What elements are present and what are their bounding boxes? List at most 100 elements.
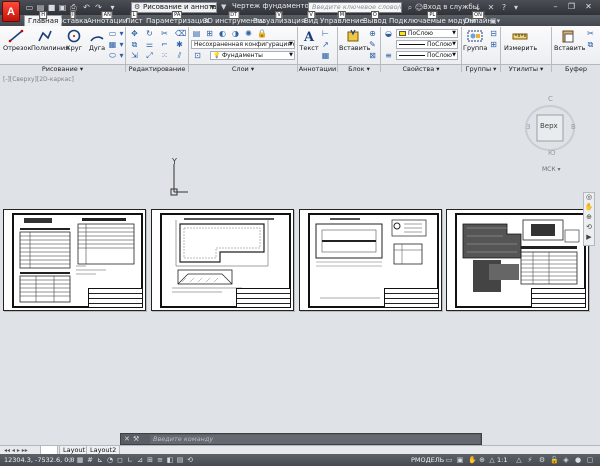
- viewcube-west[interactable]: З: [526, 123, 531, 131]
- hardware-acceleration-icon[interactable]: ◈: [562, 456, 570, 464]
- mirror-icon[interactable]: ⚌: [145, 40, 154, 49]
- quick-properties-icon[interactable]: ▤: [176, 456, 184, 464]
- move-icon[interactable]: ✥: [130, 29, 139, 38]
- layer-match-icon[interactable]: ⊡: [193, 51, 202, 60]
- viewcube-north[interactable]: С: [548, 95, 553, 103]
- polyline-tool[interactable]: Полилиния: [31, 27, 69, 52]
- ortho-icon[interactable]: ⊾: [96, 456, 104, 464]
- close-icon[interactable]: ✕: [582, 1, 595, 13]
- polar-icon[interactable]: ◔: [106, 456, 114, 464]
- panel-modify-title[interactable]: Редактирование ▾: [126, 64, 188, 82]
- steering-wheel-icon[interactable]: ◎: [584, 193, 594, 203]
- group-tool[interactable]: Группа: [463, 27, 487, 52]
- tab-layout[interactable]: Лист L: [125, 11, 143, 26]
- search-input[interactable]: Введите ключевое слово/фразу: [308, 2, 402, 13]
- leader-icon[interactable]: ↗: [321, 40, 330, 49]
- pan-icon[interactable]: ✋: [468, 456, 477, 464]
- create-block-icon[interactable]: ⊕: [368, 29, 377, 38]
- grid-icon[interactable]: #: [86, 456, 94, 464]
- command-input[interactable]: Введите команду: [150, 435, 480, 444]
- workspace-switch-icon[interactable]: ⚙: [538, 456, 546, 464]
- viewcube-south[interactable]: Ю: [548, 149, 556, 157]
- tab-annotate[interactable]: Аннотации AN: [87, 11, 127, 26]
- viewcube-top-face[interactable]: Верх: [540, 122, 558, 130]
- block-attribute-icon[interactable]: ⊠: [368, 51, 377, 60]
- tab-visualize[interactable]: Визуализация V: [253, 11, 305, 26]
- ribbon-minimize-icon[interactable]: ▣▾: [490, 16, 500, 26]
- isolate-objects-icon[interactable]: ●: [574, 456, 582, 464]
- annotation-scale[interactable]: 1:1: [497, 454, 507, 466]
- erase-icon[interactable]: ⌫: [175, 29, 186, 38]
- drawing-sheet-3[interactable]: [299, 209, 442, 311]
- new-file-icon[interactable]: ▭: [25, 3, 34, 12]
- save-icon[interactable]: ■: [47, 3, 56, 12]
- drawing-sheet-4[interactable]: [446, 209, 589, 311]
- explode-icon[interactable]: ✱: [175, 40, 184, 49]
- edit-block-icon[interactable]: ✎: [368, 40, 377, 49]
- autocad-logo[interactable]: A: [2, 1, 20, 22]
- viewcube-wcs-menu[interactable]: МСК ▾: [542, 166, 561, 173]
- dyn-icon[interactable]: ⊞: [146, 456, 154, 464]
- ellipse-icon[interactable]: ⬭: [108, 51, 117, 60]
- offset-icon[interactable]: ⫽: [175, 51, 184, 60]
- ducs-icon[interactable]: ⊿: [136, 456, 144, 464]
- zoom-icon[interactable]: ⊕: [584, 213, 594, 223]
- lineweight-dropdown[interactable]: ПоСлою ▼: [396, 51, 458, 60]
- copy-icon[interactable]: ⧉: [130, 40, 139, 49]
- panel-block-title[interactable]: Блок ▾: [338, 64, 380, 73]
- drawing-sheet-1[interactable]: [3, 209, 146, 311]
- scale-icon[interactable]: ⤢: [145, 51, 154, 60]
- insert-block-tool[interactable]: Вставить: [339, 27, 370, 52]
- tab-addins[interactable]: Подключаемые модули PL: [389, 11, 476, 26]
- selection-cycling-icon[interactable]: ⟲: [186, 456, 194, 464]
- tab-home[interactable]: Главная H: [24, 11, 63, 26]
- model-space-toggle[interactable]: РМОДЕЛЬ: [411, 454, 444, 466]
- drawing-sheet-2[interactable]: [151, 209, 294, 311]
- dimension-icon[interactable]: ⊢: [321, 29, 330, 38]
- otrack-icon[interactable]: ∟: [126, 456, 134, 464]
- undo-icon[interactable]: ↶: [82, 3, 91, 12]
- chevron-down-icon[interactable]: ▼: [221, 3, 226, 11]
- table-icon[interactable]: ▦: [321, 51, 330, 60]
- tab-insert[interactable]: Вставка I: [58, 11, 88, 26]
- panel-utilities-title[interactable]: Утилиты ▾: [501, 64, 551, 73]
- layer-off-icon[interactable]: ◐: [218, 29, 227, 38]
- list-icon[interactable]: ≡: [384, 51, 393, 60]
- arc-tool[interactable]: Дуга: [84, 27, 110, 52]
- panel-draw-title[interactable]: Рисование ▾: [0, 64, 125, 73]
- panel-groups-title[interactable]: Группы ▾: [462, 64, 500, 73]
- layer-properties-icon[interactable]: ▤: [192, 29, 201, 38]
- match-properties-icon[interactable]: ◒: [384, 29, 393, 38]
- tab-manage[interactable]: Управление M: [320, 11, 364, 26]
- line-tool[interactable]: Отрезок: [3, 27, 31, 52]
- layer-isolate-icon[interactable]: ◑: [231, 29, 240, 38]
- quick-view-drawings-icon[interactable]: ▣: [456, 456, 464, 464]
- ungroup-icon[interactable]: ⊟: [489, 29, 498, 38]
- pan-icon[interactable]: ✋: [584, 203, 594, 213]
- viewcube[interactable]: Верх С Ю З В МСК ▾: [523, 94, 583, 182]
- rotate-icon[interactable]: ↻: [145, 29, 154, 38]
- measure-tool[interactable]: Измерить: [504, 27, 537, 52]
- layer-state-icon[interactable]: ⊞: [205, 29, 214, 38]
- cut-icon[interactable]: ✂: [586, 29, 595, 38]
- paste-tool[interactable]: Вставить: [554, 27, 585, 52]
- panel-properties-title[interactable]: Свойства ▾: [381, 64, 461, 73]
- exchange-icon[interactable]: ✕: [486, 2, 496, 13]
- transparency-icon[interactable]: ◧: [166, 456, 174, 464]
- infer-constraints-icon[interactable]: ⊹: [66, 456, 74, 464]
- showmotion-icon[interactable]: ▶: [584, 233, 594, 243]
- minimize-icon[interactable]: –: [549, 1, 562, 13]
- viewport-controls[interactable]: [-][Сверху][2D-каркас]: [3, 76, 74, 83]
- help-icon[interactable]: ?: [499, 2, 509, 13]
- tab-parametric[interactable]: Параметризация PA: [146, 11, 208, 26]
- close-icon[interactable]: ✕: [124, 435, 130, 443]
- osnap-icon[interactable]: ◻: [116, 456, 124, 464]
- annotation-visibility-icon[interactable]: △: [515, 456, 523, 464]
- help-dropdown-icon[interactable]: ▾: [511, 2, 521, 13]
- copy-icon[interactable]: ⧉: [586, 40, 595, 49]
- fillet-icon[interactable]: ⌐: [160, 40, 169, 49]
- rectangle-icon[interactable]: ▭: [108, 29, 117, 38]
- stretch-icon[interactable]: ⇲: [130, 51, 139, 60]
- tab-view[interactable]: Вид V: [304, 11, 318, 26]
- clean-screen-icon[interactable]: ▢: [586, 456, 594, 464]
